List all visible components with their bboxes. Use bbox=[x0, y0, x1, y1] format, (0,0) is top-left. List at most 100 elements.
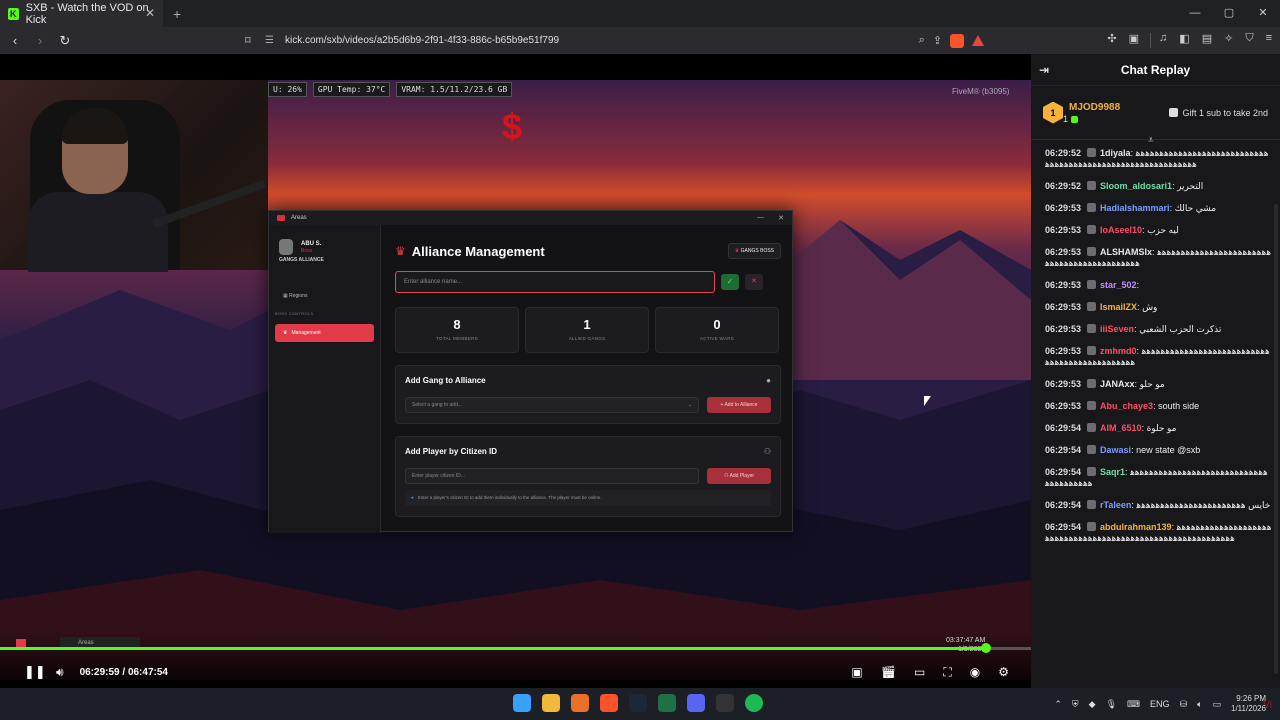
chat-username[interactable]: ALSHAMSIx bbox=[1100, 247, 1152, 257]
info-icon[interactable]: ● bbox=[766, 376, 771, 385]
maximize-icon[interactable]: ▢ bbox=[1212, 0, 1246, 27]
brave-rewards-icon[interactable] bbox=[972, 35, 984, 46]
chat-message: 06:29:54 AIM_6510: مو حلوة bbox=[1045, 423, 1177, 433]
close-tab-icon[interactable]: ✕ bbox=[145, 6, 155, 20]
rank-badge: 1 bbox=[1043, 101, 1063, 124]
chat-username[interactable]: iiiSeven bbox=[1100, 324, 1134, 334]
citizen-id-input[interactable]: Enter player citizen ID... bbox=[405, 468, 699, 484]
brave-icon[interactable] bbox=[600, 694, 618, 712]
gangs-boss-button[interactable]: ♛ GANGS BOSS bbox=[727, 243, 781, 259]
microphone-icon[interactable]: 🎙︎ bbox=[1106, 699, 1117, 710]
browser-tab[interactable]: K SXB - Watch the VOD on Kick ✕ bbox=[0, 0, 163, 27]
chat-username[interactable]: JANAxx bbox=[1100, 379, 1135, 389]
battery-icon[interactable]: ▭ bbox=[1212, 699, 1221, 710]
pause-icon[interactable]: ❚❚ bbox=[24, 664, 46, 680]
volume-icon[interactable]: 🔊︎ bbox=[56, 665, 64, 680]
alliance-name-input[interactable]: Enter alliance name... bbox=[395, 271, 715, 293]
xbox-icon[interactable] bbox=[658, 694, 676, 712]
gift-sub-link[interactable]: Gift 1 sub to take 2nd bbox=[1169, 107, 1268, 118]
chat-message: 06:29:53 iiiSeven: تذكرت الحزب الشعبي bbox=[1045, 324, 1222, 334]
start-icon[interactable] bbox=[513, 694, 531, 712]
chat-username[interactable]: Dawasi bbox=[1100, 445, 1131, 455]
close-icon[interactable]: ✕ bbox=[778, 214, 784, 222]
video-player[interactable]: U: 26% GPU Temp: 37°C VRAM: 1.5/11.2/23.… bbox=[0, 54, 1031, 688]
chat-username[interactable]: rTaleen bbox=[1100, 500, 1131, 510]
minimize-icon[interactable]: — bbox=[757, 214, 764, 222]
minimize-icon[interactable]: — bbox=[1178, 0, 1212, 27]
clip-icon[interactable]: 🎬︎ bbox=[881, 665, 896, 679]
chat-username[interactable]: abdulrahman139 bbox=[1100, 522, 1172, 532]
system-clock[interactable]: 9:26 PM 1/11/2026 bbox=[1231, 694, 1266, 714]
network-icon[interactable]: ⛁ bbox=[1180, 699, 1188, 710]
filter-icon[interactable]: ⩡ bbox=[1148, 135, 1154, 146]
media-icon[interactable]: ♫ bbox=[1159, 32, 1167, 45]
webcam-overlay bbox=[0, 80, 268, 272]
settings-gear-icon[interactable]: ⚙ bbox=[998, 665, 1009, 679]
progress-bar[interactable] bbox=[0, 647, 1031, 650]
close-window-icon[interactable]: ✕ bbox=[1246, 0, 1280, 27]
leo-ai-icon[interactable]: ✧ bbox=[1224, 32, 1233, 45]
add-to-alliance-button[interactable]: + Add to Alliance bbox=[707, 397, 771, 413]
gift-count: 1 bbox=[1063, 114, 1120, 124]
vpn-icon[interactable]: ⛉ bbox=[1245, 32, 1253, 45]
app-icon[interactable] bbox=[571, 694, 589, 712]
address-bar[interactable]: ⌑ ☰ kick.com/sxb/videos/a2b5d6b9-2f91-4f… bbox=[245, 30, 990, 51]
chat-username[interactable]: 1diyala bbox=[1100, 148, 1131, 158]
gpu-temp: GPU Temp: 37°C bbox=[312, 82, 391, 97]
app-tray-icon[interactable]: ◆ bbox=[1089, 699, 1096, 710]
add-player-button[interactable]: ⚇ Add Player bbox=[707, 468, 771, 484]
new-tab-icon[interactable]: + bbox=[173, 6, 181, 22]
security-icon[interactable]: ⛨ bbox=[1072, 699, 1079, 710]
fullscreen-icon[interactable]: ⛶ bbox=[943, 665, 951, 680]
game-time: 03:37:47 AM bbox=[946, 637, 986, 644]
badge-icon bbox=[1087, 522, 1097, 531]
forward-icon[interactable]: › bbox=[30, 33, 50, 48]
chat-username[interactable]: IsmailZX bbox=[1100, 302, 1137, 312]
miniplayer-icon[interactable]: ▣ bbox=[851, 665, 862, 679]
info-note: ● Enter a player's citizen ID to add them… bbox=[405, 490, 771, 506]
chat-username[interactable]: Sloom_aldosari1 bbox=[1100, 181, 1172, 191]
brave-shields-icon[interactable] bbox=[950, 33, 964, 48]
chat-username[interactable]: AIM_6510 bbox=[1100, 423, 1142, 433]
sidebar-item-regions[interactable]: ▦ Regions bbox=[269, 293, 380, 299]
spotify-icon[interactable] bbox=[745, 694, 763, 712]
site-info-icon[interactable]: ☰ bbox=[265, 35, 285, 46]
chat-username[interactable]: star_502 bbox=[1100, 280, 1137, 290]
top-gifter-name[interactable]: MJOD9988 bbox=[1069, 102, 1120, 114]
screenshot-icon[interactable]: ▣ bbox=[1129, 32, 1139, 45]
share-icon[interactable]: ⇪ bbox=[933, 34, 942, 47]
confirm-icon[interactable]: ✓ bbox=[721, 274, 739, 290]
message-time: 06:29:53 bbox=[1045, 346, 1082, 356]
gang-select[interactable]: Select a gang to add... ⌄ bbox=[405, 397, 699, 413]
game-build-label: FiveM® (b3095) bbox=[952, 87, 1010, 96]
cancel-icon[interactable]: ✕ bbox=[745, 274, 763, 290]
steam-icon[interactable] bbox=[629, 694, 647, 712]
wallet-icon[interactable]: ▤ bbox=[1202, 32, 1212, 45]
obs-icon[interactable] bbox=[716, 694, 734, 712]
chat-username[interactable]: Hadialshammari bbox=[1100, 203, 1170, 213]
chat-username[interactable]: Abu_chaye3 bbox=[1100, 401, 1153, 411]
chat-username[interactable]: loAseel10 bbox=[1100, 225, 1142, 235]
keyboard-icon[interactable]: ⌨ bbox=[1127, 699, 1140, 710]
discord-icon[interactable] bbox=[687, 694, 705, 712]
sidebar-icon[interactable]: ◧ bbox=[1179, 32, 1189, 45]
language-indicator[interactable]: ENG bbox=[1150, 699, 1170, 709]
sidebar-item-management[interactable]: ♛ Management bbox=[275, 324, 374, 342]
chat-scrollbar[interactable] bbox=[1274, 204, 1278, 674]
badge-icon bbox=[1087, 467, 1097, 476]
reload-icon[interactable]: ↻ bbox=[55, 33, 75, 49]
collapse-chat-icon[interactable]: ⇥ bbox=[1039, 63, 1049, 77]
chevron-up-icon[interactable]: ⌃ bbox=[1054, 699, 1062, 710]
file-explorer-icon[interactable] bbox=[542, 694, 560, 712]
speaker-icon[interactable]: 🔈︎ bbox=[1197, 699, 1202, 710]
chat-username[interactable]: Saqr1 bbox=[1100, 467, 1125, 477]
progress-handle[interactable] bbox=[980, 643, 991, 653]
chat-username[interactable]: zmhmd0 bbox=[1100, 346, 1137, 356]
extensions-icon[interactable]: ✣ bbox=[1107, 32, 1116, 45]
menu-icon[interactable]: ≡ bbox=[1266, 32, 1272, 45]
back-icon[interactable]: ‹ bbox=[5, 33, 25, 48]
bookmark-icon[interactable]: ⌑ bbox=[245, 34, 265, 47]
theater-mode-icon[interactable]: ▭ bbox=[914, 665, 925, 679]
zoom-icon[interactable]: ⌕ bbox=[919, 34, 925, 47]
speed-icon[interactable]: ◉ bbox=[970, 665, 980, 679]
